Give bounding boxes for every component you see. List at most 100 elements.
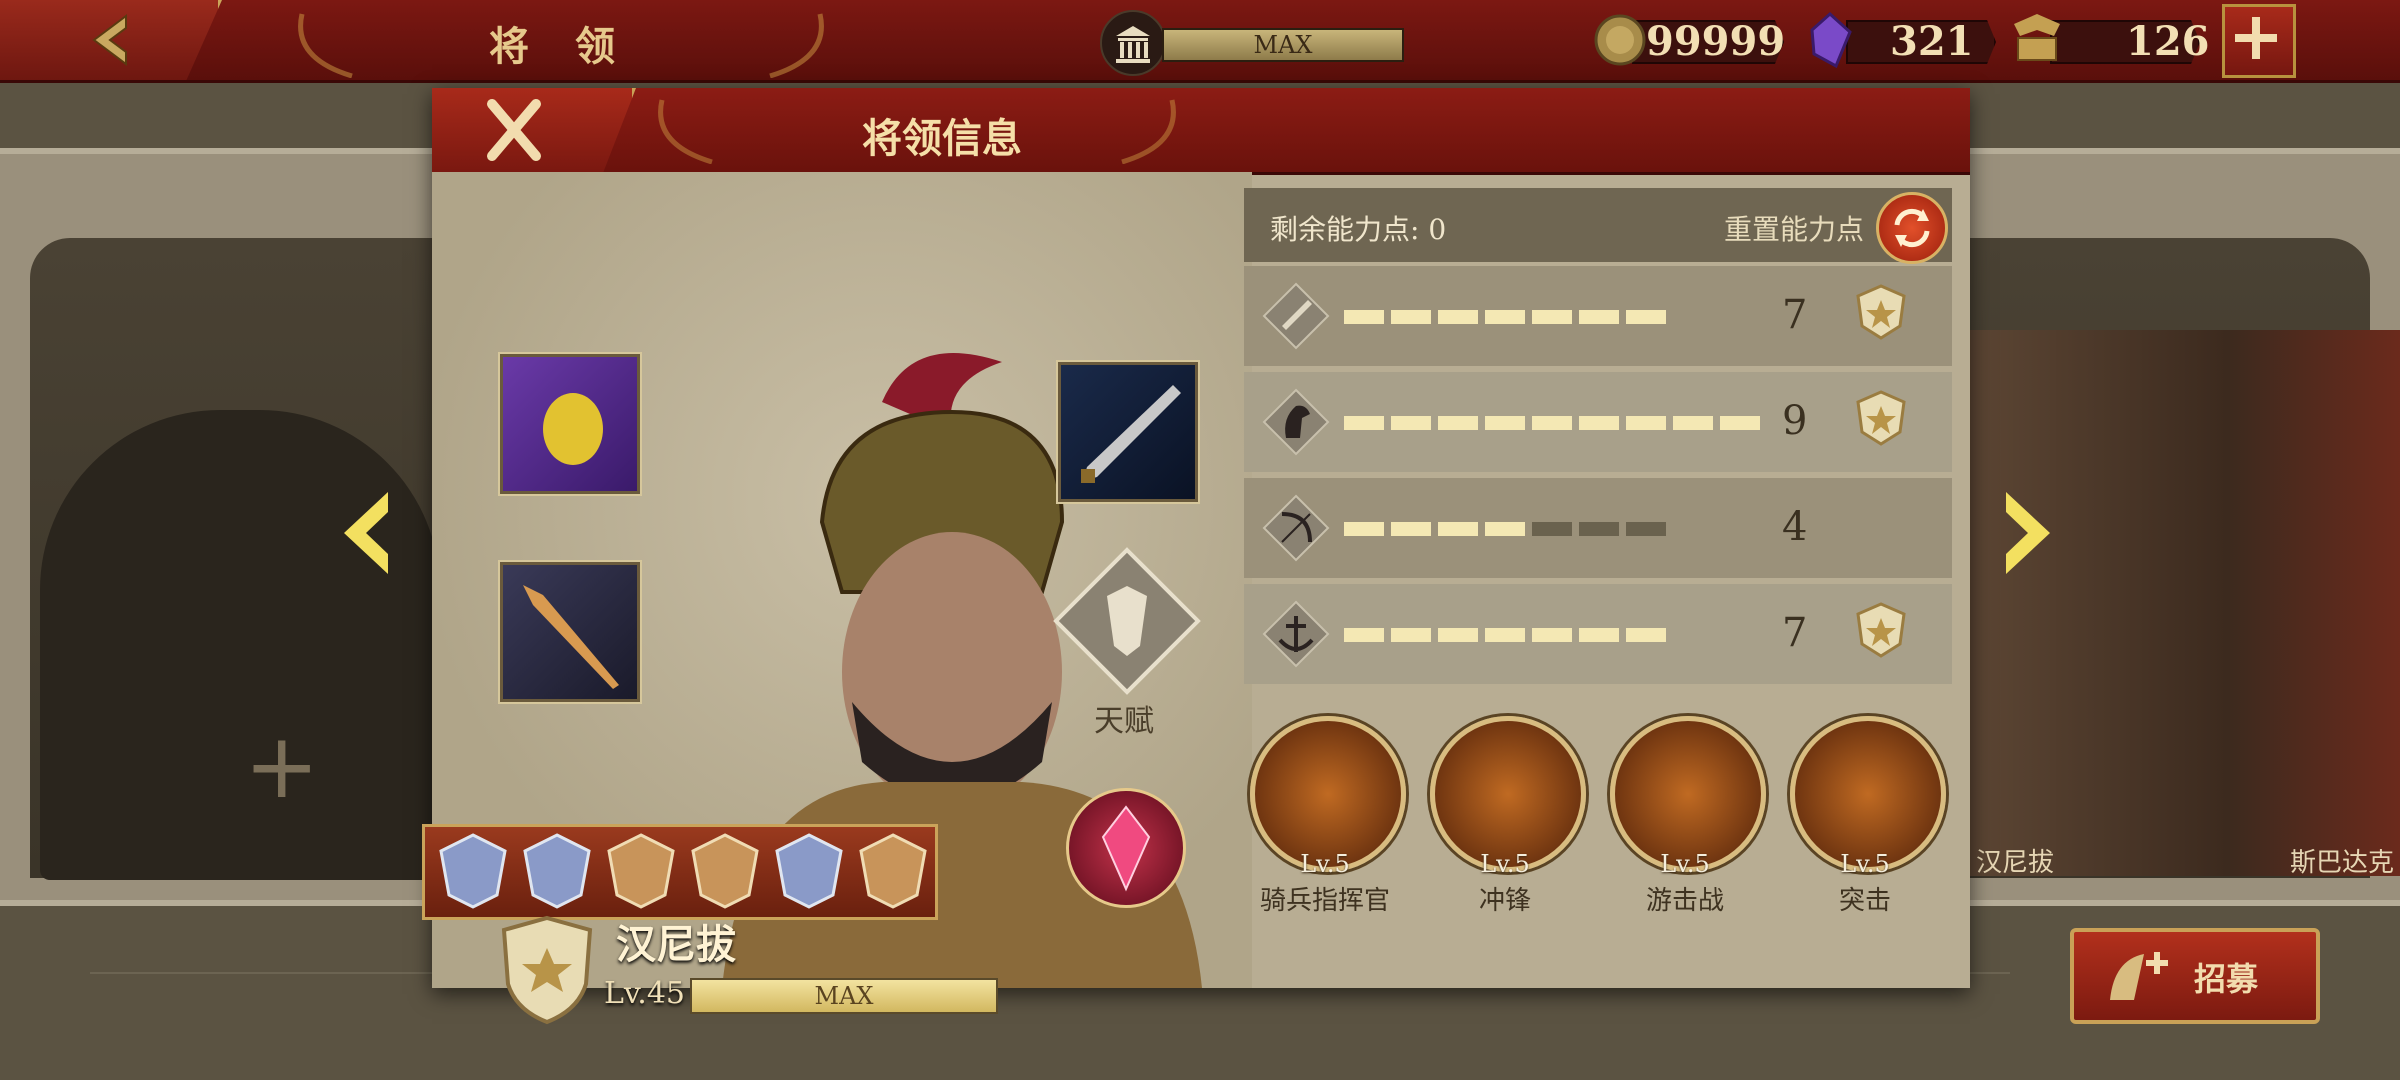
spqr-value: 126 [2126, 18, 2210, 65]
star-laurel-badge-icon [1856, 390, 1906, 446]
stat-row-naval: 7 [1244, 584, 1952, 684]
ability-points-bar: 剩余能力点: 0 重置能力点 [1244, 188, 1952, 264]
stat-row-cavalry: 9 [1244, 372, 1952, 472]
next-hero-arrow-icon[interactable] [1996, 488, 2056, 578]
page-title: 将 领 [489, 23, 631, 70]
bow-icon [1262, 494, 1330, 562]
stat-segment [1391, 628, 1431, 642]
stat-segment [1532, 628, 1572, 642]
stat-segment [1532, 522, 1572, 536]
laurel-left-icon [658, 99, 713, 164]
side-hero-name: 汉尼拔 [1976, 848, 2055, 878]
star-laurel-badge-icon [1856, 284, 1906, 340]
stat-row-attack: 7 [1244, 266, 1952, 366]
stat-value: 9 [1782, 398, 1808, 444]
stat-value: 7 [1782, 292, 1808, 338]
hero-name: 汉尼拔 [616, 921, 736, 968]
skill-level: Lv.5 [1300, 850, 1350, 878]
skill-level: Lv.5 [1840, 850, 1890, 878]
add-resource-button[interactable] [2222, 4, 2296, 78]
stat-segment [1391, 522, 1431, 536]
silver-medal-icon [523, 833, 591, 909]
laurel-right-icon [1121, 99, 1176, 164]
stat-segment [1344, 310, 1384, 324]
recruit-button[interactable]: 招募 [2070, 928, 2320, 1024]
stat-row-archery: 4 [1244, 478, 1952, 578]
stat-segment [1626, 416, 1666, 430]
skill-level: Lv.5 [1480, 850, 1530, 878]
stat-segment [1673, 416, 1713, 430]
gem-slot-button[interactable] [1066, 788, 1186, 908]
talent-label: 天赋 [1094, 704, 1154, 739]
hero-rank-shield-icon [501, 915, 593, 1025]
charging-rider-skill-icon [1430, 716, 1586, 872]
stat-segment [1485, 522, 1525, 536]
stat-segment [1438, 522, 1478, 536]
reset-points-button[interactable] [1876, 192, 1948, 264]
bronze-medal-icon [691, 833, 759, 909]
spqr-resource[interactable]: 126 [2010, 10, 2210, 70]
stat-segment [1438, 416, 1478, 430]
prev-hero-arrow-icon[interactable] [338, 488, 398, 578]
dialog-header: 将领信息 [432, 88, 1970, 175]
ability-points-label: 剩余能力点: 0 [1270, 213, 1447, 246]
skill-name: 冲锋 [1478, 886, 1531, 916]
helmet-plus-icon [2110, 952, 2168, 1000]
stat-segment [1391, 416, 1431, 430]
empty-hero-slot[interactable] [40, 410, 440, 880]
banner-equipment-slot[interactable] [500, 354, 640, 494]
stat-segment [1532, 310, 1572, 324]
gem-resource[interactable]: 321 [1806, 10, 1996, 70]
horse-icon [1262, 388, 1330, 456]
building-icon [1100, 10, 1166, 76]
talent-emblem-icon[interactable] [1052, 546, 1202, 696]
gold-value: 99999 [1646, 18, 1786, 65]
stat-segment [1579, 310, 1619, 324]
gold-coin-icon [1594, 14, 1646, 66]
gold-resource[interactable]: 99999 [1592, 10, 1786, 70]
bronze-medal-icon [859, 833, 927, 909]
spear-icon [523, 585, 619, 689]
spqr-eagle-icon [2014, 14, 2060, 61]
stat-segment [1720, 416, 1760, 430]
stat-segment [1579, 628, 1619, 642]
skill-level: Lv.5 [1660, 850, 1710, 878]
hero-xp-bar: MAX [690, 978, 998, 1014]
other-heroes-preview[interactable] [1970, 330, 2400, 876]
stat-segment [1344, 416, 1384, 430]
sword-equipment-slot[interactable] [1058, 362, 1198, 502]
skill-name: 骑兵指挥官 [1259, 886, 1390, 916]
silver-medal-icon [439, 833, 507, 909]
sword-icon [1262, 282, 1330, 350]
hero-level: Lv.45 [604, 976, 686, 1011]
skill-name: 突击 [1838, 886, 1891, 916]
stat-value: 4 [1782, 504, 1808, 550]
stat-segment [1532, 416, 1572, 430]
close-icon [487, 99, 541, 161]
stat-segment [1344, 522, 1384, 536]
recruit-label: 招募 [2194, 960, 2259, 998]
skill-name: 游击战 [1645, 886, 1724, 916]
stat-segment [1391, 310, 1431, 324]
stat-segment [1485, 416, 1525, 430]
rider-skill-icon [1790, 716, 1946, 872]
soldiers-skill-icon [1610, 716, 1766, 872]
close-button[interactable] [432, 88, 636, 172]
stat-segment [1485, 310, 1525, 324]
gem-value: 321 [1890, 18, 1974, 65]
stat-segment [1626, 310, 1666, 324]
purple-gem-icon [1810, 11, 1852, 69]
hero-portrait-area: 天赋 汉尼拔 Lv.45 MAX [422, 172, 1252, 1025]
stat-segment [1438, 310, 1478, 324]
stat-segment [1579, 416, 1619, 430]
anchor-icon [1262, 600, 1330, 668]
laurel-left-icon [298, 13, 353, 78]
stat-segment [1438, 628, 1478, 642]
sword-icon [1081, 385, 1181, 483]
ruby-gem-icon [1101, 805, 1151, 892]
stat-segment [1626, 628, 1666, 642]
silver-medal-icon [775, 833, 843, 909]
plus-icon [2235, 17, 2277, 59]
spear-equipment-slot[interactable] [500, 562, 640, 702]
back-button[interactable] [0, 0, 222, 80]
